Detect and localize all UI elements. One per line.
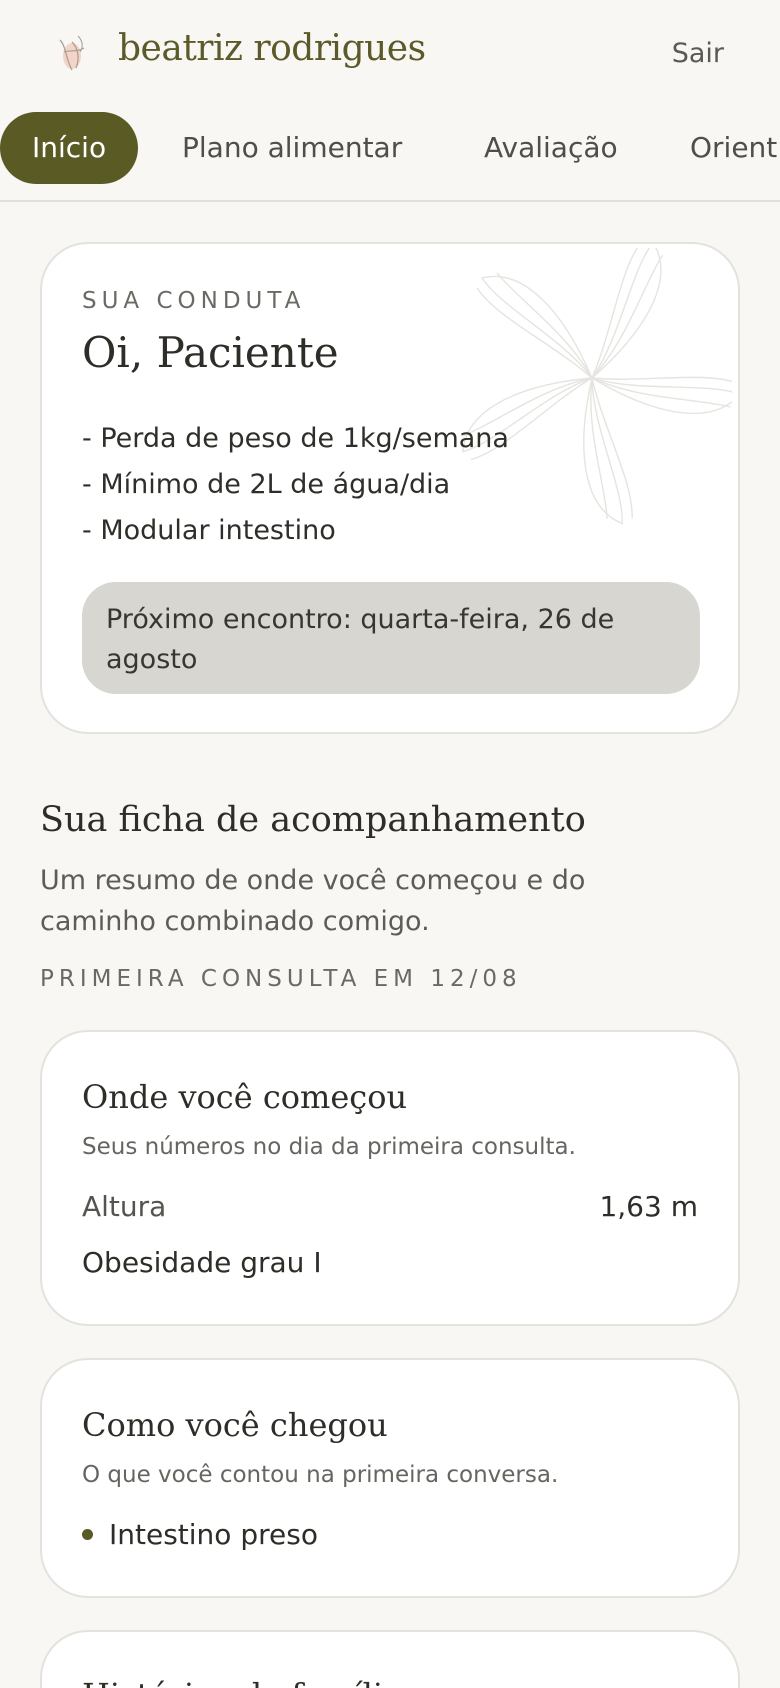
start-card-subtitle: Seus números no dia da primeira consulta… [82,1134,576,1160]
app-header: beatriz rodrigues Sair [0,0,780,110]
ficha-title: Sua ficha de acompanhamento [40,800,586,840]
conduta-list: - Perda de peso de 1kg/semana - Mínimo d… [82,416,509,554]
tab-avaliacao[interactable]: Avaliação [484,112,618,184]
height-label: Altura [82,1190,167,1223]
first-consult-label: PRIMEIRA CONSULTA EM 12/08 [40,966,522,992]
ficha-subtitle: Um resumo de onde você começou e do cami… [40,865,586,937]
history-card: Histórico de família [40,1630,740,1688]
height-value: 1,63 m [599,1190,698,1223]
conduta-item: - Mínimo de 2L de água/dia [82,469,451,500]
next-meeting-badge: Próximo encontro: quarta-feira, 26 de ag… [82,582,700,694]
logo-icon [59,35,85,71]
list-item-label: Intestino preso [109,1518,318,1551]
start-card-title: Onde você começou [82,1078,408,1116]
logout-button[interactable]: Sair [672,38,724,69]
greeting-title: Oi, Paciente [82,328,339,377]
conduta-card: SUA CONDUTA Oi, Paciente - Perda de peso… [40,242,740,734]
conduta-eyebrow: SUA CONDUTA [82,288,306,314]
classification-text: Obesidade grau I [82,1246,322,1279]
history-card-title: Histórico de família [82,1676,402,1688]
tab-orientacoes[interactable]: Orient [690,112,777,184]
tab-inicio[interactable]: Início [0,112,139,184]
tab-plano-alimentar[interactable]: Plano alimentar [182,112,402,184]
conduta-item: - Modular intestino [82,515,336,546]
start-card: Onde você começou Seus números no dia da… [40,1030,740,1326]
tab-bar: Início Plano alimentar Avaliação Orient [0,112,780,202]
conduta-item: - Perda de peso de 1kg/semana [82,423,509,454]
arrived-card-subtitle: O que você contou na primeira conversa. [82,1462,559,1488]
list-item: Intestino preso [82,1518,318,1551]
arrived-card-title: Como você chegou [82,1406,388,1444]
bullet-dot-icon [82,1529,93,1540]
brand-name: beatriz rodrigues [118,28,426,69]
arrived-card: Como você chegou O que você contou na pr… [40,1358,740,1598]
